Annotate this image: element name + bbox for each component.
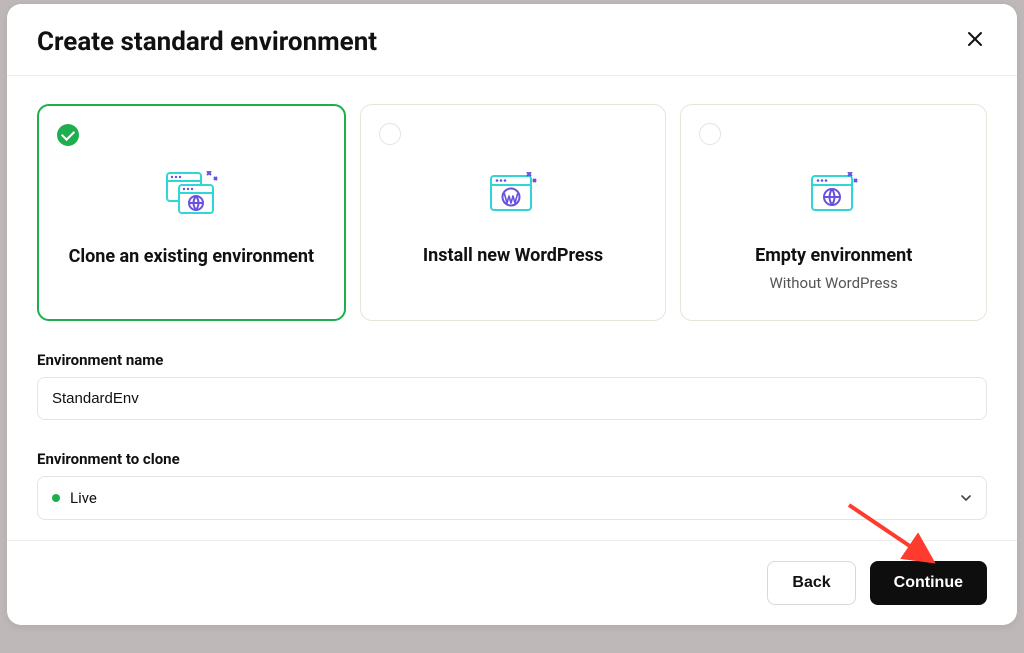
close-icon xyxy=(967,31,983,47)
environment-clone-group: Environment to clone Live xyxy=(37,450,987,520)
status-dot-icon xyxy=(52,494,60,502)
environment-clone-select[interactable]: Live xyxy=(37,476,987,520)
clone-icon xyxy=(161,170,221,218)
radio-unselected-icon xyxy=(699,123,721,145)
chevron-down-icon xyxy=(960,492,972,504)
create-environment-modal: Create standard environment xyxy=(7,4,1017,625)
back-button[interactable]: Back xyxy=(767,561,855,605)
option-cards: Clone an existing environment Install ne… xyxy=(37,104,987,321)
radio-unselected-icon xyxy=(379,123,401,145)
option-clone-title: Clone an existing environment xyxy=(69,246,315,267)
option-empty-subtitle: Without WordPress xyxy=(769,274,897,292)
environment-name-input[interactable] xyxy=(37,377,987,420)
option-clone[interactable]: Clone an existing environment xyxy=(37,104,346,321)
close-button[interactable] xyxy=(963,26,987,57)
wordpress-icon xyxy=(487,169,539,217)
modal-body: Clone an existing environment Install ne… xyxy=(7,76,1017,540)
option-install-title: Install new WordPress xyxy=(423,245,603,266)
environment-clone-label: Environment to clone xyxy=(37,450,987,468)
option-empty-title: Empty environment xyxy=(755,245,912,266)
option-empty[interactable]: Empty environment Without WordPress xyxy=(680,104,987,321)
continue-button[interactable]: Continue xyxy=(870,561,987,605)
environment-name-label: Environment name xyxy=(37,351,987,369)
select-value-wrapper: Live xyxy=(52,489,97,507)
modal-footer: Back Continue xyxy=(7,540,1017,625)
modal-header: Create standard environment xyxy=(7,4,1017,76)
empty-env-icon xyxy=(808,169,860,217)
select-value: Live xyxy=(70,489,97,507)
radio-selected-icon xyxy=(57,124,79,146)
modal-title: Create standard environment xyxy=(37,27,377,57)
option-install-wordpress[interactable]: Install new WordPress xyxy=(360,104,667,321)
environment-name-group: Environment name xyxy=(37,351,987,420)
